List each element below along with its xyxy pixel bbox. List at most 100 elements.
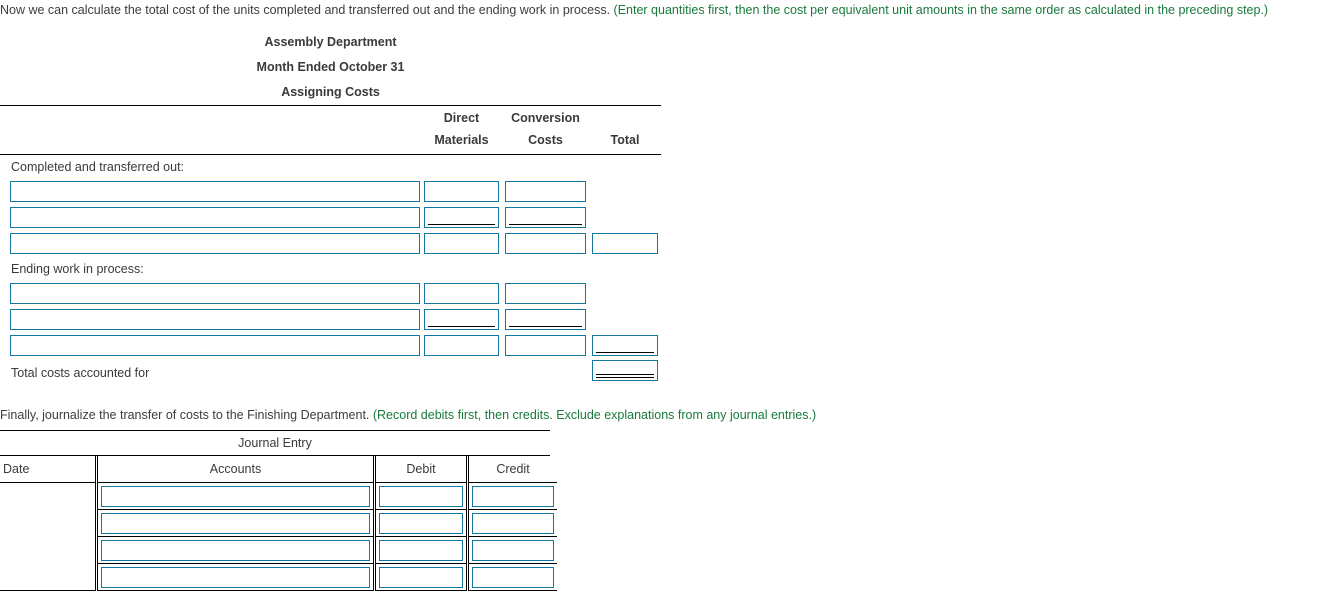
input-value bbox=[425, 336, 498, 338]
instruction-line: Now we can calculate the total cost of t… bbox=[0, 3, 1268, 17]
input-journal-debit[interactable] bbox=[379, 567, 463, 588]
table-row bbox=[0, 179, 661, 205]
input-journal-debit[interactable] bbox=[379, 486, 463, 507]
input-value bbox=[473, 568, 553, 570]
journal-debit-cell bbox=[374, 509, 469, 537]
input-value bbox=[102, 568, 369, 570]
journal-debit-cell bbox=[374, 482, 469, 510]
input-description[interactable] bbox=[10, 233, 420, 254]
input-value bbox=[473, 541, 553, 543]
input-description[interactable] bbox=[10, 309, 420, 330]
journal-instruction-hint: (Record debits first, then credits. Excl… bbox=[372, 408, 817, 422]
column-header-total: Total bbox=[610, 133, 640, 147]
input-journal-credit[interactable] bbox=[472, 540, 554, 561]
journal-credit-cell bbox=[467, 509, 557, 537]
input-value bbox=[11, 310, 419, 312]
input-conversion-costs[interactable] bbox=[505, 309, 586, 330]
journal-credit-cell bbox=[467, 563, 557, 591]
section-label-completed-transferred-out: Completed and transferred out: bbox=[11, 160, 185, 174]
input-journal-account[interactable] bbox=[101, 540, 370, 561]
section-label-ending-work-in-process: Ending work in process: bbox=[11, 262, 144, 276]
input-value bbox=[425, 234, 498, 236]
table-row bbox=[0, 231, 661, 257]
input-value bbox=[102, 514, 369, 516]
input-value bbox=[380, 514, 462, 516]
input-total[interactable] bbox=[592, 335, 658, 356]
journal-account-cell bbox=[96, 482, 376, 510]
input-value bbox=[425, 284, 498, 286]
schedule-title-section: Assigning Costs bbox=[281, 85, 380, 99]
input-journal-debit[interactable] bbox=[379, 540, 463, 561]
input-value bbox=[425, 208, 498, 210]
input-value bbox=[473, 514, 553, 516]
journal-account-cell bbox=[96, 563, 376, 591]
input-value bbox=[506, 336, 585, 338]
journal-date-cell[interactable] bbox=[0, 482, 98, 591]
journal-instruction-text: Finally, journalize the transfer of cost… bbox=[0, 408, 373, 422]
input-value bbox=[506, 310, 585, 312]
total-costs-accounted-for-label: Total costs accounted for bbox=[11, 366, 150, 380]
input-journal-account[interactable] bbox=[101, 513, 370, 534]
table-row bbox=[0, 205, 661, 231]
input-value bbox=[593, 234, 657, 236]
input-description[interactable] bbox=[10, 181, 420, 202]
input-total[interactable] bbox=[592, 233, 658, 254]
input-value bbox=[506, 182, 585, 184]
journal-header-row: Date Accounts Debit Credit bbox=[0, 456, 557, 483]
input-value bbox=[11, 182, 419, 184]
input-conversion-costs[interactable] bbox=[505, 207, 586, 228]
journal-column-header-debit: Debit bbox=[374, 456, 469, 483]
input-value bbox=[11, 284, 419, 286]
input-journal-debit[interactable] bbox=[379, 513, 463, 534]
input-journal-credit[interactable] bbox=[472, 486, 554, 507]
input-journal-account[interactable] bbox=[101, 486, 370, 507]
input-direct-materials[interactable] bbox=[424, 233, 499, 254]
input-journal-account[interactable] bbox=[101, 567, 370, 588]
input-value bbox=[506, 234, 585, 236]
column-header-direct-materials-line2: Materials bbox=[434, 133, 489, 147]
total-costs-accounted-for-row: Total costs accounted for bbox=[0, 359, 661, 389]
input-value bbox=[380, 487, 462, 489]
input-value bbox=[11, 208, 419, 210]
journal-entry-table: Date Accounts Debit Credit bbox=[0, 456, 557, 591]
journal-column-header-accounts: Accounts bbox=[96, 456, 376, 483]
input-conversion-costs[interactable] bbox=[505, 181, 586, 202]
input-direct-materials[interactable] bbox=[424, 207, 499, 228]
instruction-text: Now we can calculate the total cost of t… bbox=[0, 3, 614, 17]
input-value bbox=[425, 310, 498, 312]
journal-credit-cell bbox=[467, 536, 557, 564]
table-row bbox=[0, 307, 661, 333]
input-value bbox=[506, 284, 585, 286]
input-description[interactable] bbox=[10, 283, 420, 304]
input-direct-materials[interactable] bbox=[424, 335, 499, 356]
journal-instruction-line: Finally, journalize the transfer of cost… bbox=[0, 408, 816, 422]
journal-debit-cell bbox=[374, 536, 469, 564]
column-header-conversion-costs-line2: Costs bbox=[528, 133, 563, 147]
input-description[interactable] bbox=[10, 335, 420, 356]
input-conversion-costs[interactable] bbox=[505, 335, 586, 356]
input-direct-materials[interactable] bbox=[424, 309, 499, 330]
input-value bbox=[593, 361, 657, 363]
input-value bbox=[506, 208, 585, 210]
input-value bbox=[102, 487, 369, 489]
schedule-column-headers: Direct Materials Conversion Costs Total bbox=[0, 106, 661, 154]
input-value bbox=[380, 568, 462, 570]
input-direct-materials[interactable] bbox=[424, 181, 499, 202]
input-journal-credit[interactable] bbox=[472, 567, 554, 588]
input-value bbox=[473, 487, 553, 489]
schedule-title-department: Assembly Department bbox=[264, 35, 397, 49]
input-total-costs-accounted-for[interactable] bbox=[592, 360, 658, 381]
input-value bbox=[11, 336, 419, 338]
journal-debit-cell bbox=[374, 563, 469, 591]
input-direct-materials[interactable] bbox=[424, 283, 499, 304]
journal-entry-block: Journal Entry Date Accounts Debit Credit bbox=[0, 430, 557, 591]
journal-column-header-credit: Credit bbox=[467, 456, 557, 483]
input-journal-credit[interactable] bbox=[472, 513, 554, 534]
table-row bbox=[0, 281, 661, 307]
input-conversion-costs[interactable] bbox=[505, 233, 586, 254]
input-value bbox=[425, 182, 498, 184]
journal-credit-cell bbox=[467, 482, 557, 510]
input-description[interactable] bbox=[10, 207, 420, 228]
input-conversion-costs[interactable] bbox=[505, 283, 586, 304]
input-value bbox=[11, 234, 419, 236]
